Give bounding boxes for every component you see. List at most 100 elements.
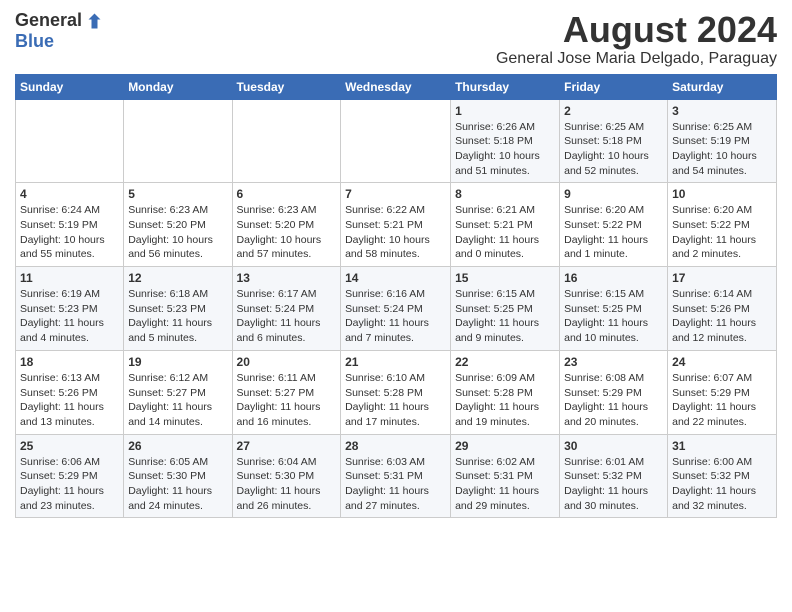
calendar-cell: 14 Sunrise: 6:16 AM Sunset: 5:24 PM Dayli… [341,267,451,351]
day-number: 24 [672,355,772,369]
day-info: Sunrise: 6:00 AM Sunset: 5:32 PM Dayligh… [672,455,772,514]
day-number: 16 [564,271,663,285]
day-number: 4 [20,187,119,201]
day-number: 13 [237,271,337,285]
day-header-wednesday: Wednesday [341,74,451,99]
day-number: 14 [345,271,446,285]
day-number: 18 [20,355,119,369]
day-info: Sunrise: 6:19 AM Sunset: 5:23 PM Dayligh… [20,287,119,346]
day-info: Sunrise: 6:01 AM Sunset: 5:32 PM Dayligh… [564,455,663,514]
calendar-cell: 30 Sunrise: 6:01 AM Sunset: 5:32 PM Dayli… [560,434,668,518]
day-number: 20 [237,355,337,369]
day-info: Sunrise: 6:10 AM Sunset: 5:28 PM Dayligh… [345,371,446,430]
day-number: 3 [672,104,772,118]
logo-general-text: General [15,10,82,31]
calendar-week-4: 18Sunrise: 6:13 AM Sunset: 5:26 PM Dayli… [16,350,777,434]
logo-blue-text: Blue [15,31,54,51]
day-number: 8 [455,187,555,201]
calendar-cell: 19 Sunrise: 6:12 AM Sunset: 5:27 PM Dayli… [124,350,232,434]
calendar-week-3: 11 Sunrise: 6:19 AM Sunset: 5:23 PM Dayli… [16,267,777,351]
day-header-thursday: Thursday [451,74,560,99]
calendar-cell: 26 Sunrise: 6:05 AM Sunset: 5:30 PM Dayli… [124,434,232,518]
day-number: 6 [237,187,337,201]
day-number: 7 [345,187,446,201]
day-header-friday: Friday [560,74,668,99]
calendar-cell: 17 Sunrise: 6:14 AM Sunset: 5:26 PM Dayli… [668,267,777,351]
day-header-sunday: Sunday [16,74,124,99]
day-number: 31 [672,439,772,453]
calendar-cell: 21 Sunrise: 6:10 AM Sunset: 5:28 PM Dayli… [341,350,451,434]
day-number: 1 [455,104,555,118]
calendar-cell: 9Sunrise: 6:20 AM Sunset: 5:22 PM Daylig… [560,183,668,267]
page-subtitle: General Jose Maria Delgado, Paraguay [496,50,777,68]
day-info: Sunrise: 6:11 AM Sunset: 5:27 PM Dayligh… [237,371,337,430]
day-number: 15 [455,271,555,285]
calendar-cell: 29 Sunrise: 6:02 AM Sunset: 5:31 PM Dayli… [451,434,560,518]
day-number: 22 [455,355,555,369]
calendar-cell: 1Sunrise: 6:26 AM Sunset: 5:18 PM Daylig… [451,99,560,183]
day-info: Sunrise: 6:18 AM Sunset: 5:23 PM Dayligh… [128,287,227,346]
day-info: Sunrise: 6:03 AM Sunset: 5:31 PM Dayligh… [345,455,446,514]
calendar-cell: 7Sunrise: 6:22 AM Sunset: 5:21 PM Daylig… [341,183,451,267]
calendar-cell: 22 Sunrise: 6:09 AM Sunset: 5:28 PM Dayli… [451,350,560,434]
day-info: Sunrise: 6:07 AM Sunset: 5:29 PM Dayligh… [672,371,772,430]
logo: General Blue [15,10,102,52]
day-info: Sunrise: 6:16 AM Sunset: 5:24 PM Dayligh… [345,287,446,346]
day-number: 2 [564,104,663,118]
calendar-cell: 15 Sunrise: 6:15 AM Sunset: 5:25 PM Dayli… [451,267,560,351]
day-info: Sunrise: 6:25 AM Sunset: 5:18 PM Dayligh… [564,120,663,179]
calendar-cell: 23Sunrise: 6:08 AM Sunset: 5:29 PM Dayli… [560,350,668,434]
day-number: 11 [20,271,119,285]
calendar-header: SundayMondayTuesdayWednesdayThursdayFrid… [16,74,777,99]
day-info: Sunrise: 6:20 AM Sunset: 5:22 PM Dayligh… [672,203,772,262]
day-number: 28 [345,439,446,453]
day-number: 10 [672,187,772,201]
calendar-cell [124,99,232,183]
calendar-cell: 12Sunrise: 6:18 AM Sunset: 5:23 PM Dayli… [124,267,232,351]
calendar-week-1: 1Sunrise: 6:26 AM Sunset: 5:18 PM Daylig… [16,99,777,183]
day-header-tuesday: Tuesday [232,74,341,99]
day-info: Sunrise: 6:02 AM Sunset: 5:31 PM Dayligh… [455,455,555,514]
day-info: Sunrise: 6:04 AM Sunset: 5:30 PM Dayligh… [237,455,337,514]
calendar-cell: 25 Sunrise: 6:06 AM Sunset: 5:29 PM Dayli… [16,434,124,518]
calendar-cell: 27Sunrise: 6:04 AM Sunset: 5:30 PM Dayli… [232,434,341,518]
day-number: 25 [20,439,119,453]
calendar-body: 1Sunrise: 6:26 AM Sunset: 5:18 PM Daylig… [16,99,777,518]
calendar-cell [341,99,451,183]
day-info: Sunrise: 6:09 AM Sunset: 5:28 PM Dayligh… [455,371,555,430]
calendar-cell: 8Sunrise: 6:21 AM Sunset: 5:21 PM Daylig… [451,183,560,267]
calendar-cell: 5Sunrise: 6:23 AM Sunset: 5:20 PM Daylig… [124,183,232,267]
day-info: Sunrise: 6:14 AM Sunset: 5:26 PM Dayligh… [672,287,772,346]
calendar-cell [16,99,124,183]
calendar-cell: 31 Sunrise: 6:00 AM Sunset: 5:32 PM Dayli… [668,434,777,518]
day-info: Sunrise: 6:06 AM Sunset: 5:29 PM Dayligh… [20,455,119,514]
day-info: Sunrise: 6:20 AM Sunset: 5:22 PM Dayligh… [564,203,663,262]
day-number: 5 [128,187,227,201]
day-info: Sunrise: 6:12 AM Sunset: 5:27 PM Dayligh… [128,371,227,430]
day-info: Sunrise: 6:15 AM Sunset: 5:25 PM Dayligh… [564,287,663,346]
calendar-cell: 2 Sunrise: 6:25 AM Sunset: 5:18 PM Daylig… [560,99,668,183]
title-area: August 2024 General Jose Maria Delgado, … [496,10,777,68]
day-info: Sunrise: 6:25 AM Sunset: 5:19 PM Dayligh… [672,120,772,179]
days-of-week-row: SundayMondayTuesdayWednesdayThursdayFrid… [16,74,777,99]
day-header-saturday: Saturday [668,74,777,99]
day-number: 29 [455,439,555,453]
calendar-cell: 28 Sunrise: 6:03 AM Sunset: 5:31 PM Dayli… [341,434,451,518]
calendar-cell: 6Sunrise: 6:23 AM Sunset: 5:20 PM Daylig… [232,183,341,267]
day-number: 17 [672,271,772,285]
day-info: Sunrise: 6:15 AM Sunset: 5:25 PM Dayligh… [455,287,555,346]
logo-icon [84,12,102,30]
day-number: 23 [564,355,663,369]
day-header-monday: Monday [124,74,232,99]
day-number: 30 [564,439,663,453]
day-number: 26 [128,439,227,453]
day-number: 21 [345,355,446,369]
calendar-cell: 11 Sunrise: 6:19 AM Sunset: 5:23 PM Dayli… [16,267,124,351]
calendar-cell: 3 Sunrise: 6:25 AM Sunset: 5:19 PM Daylig… [668,99,777,183]
day-number: 19 [128,355,227,369]
day-info: Sunrise: 6:05 AM Sunset: 5:30 PM Dayligh… [128,455,227,514]
day-info: Sunrise: 6:24 AM Sunset: 5:19 PM Dayligh… [20,203,119,262]
calendar-cell: 18Sunrise: 6:13 AM Sunset: 5:26 PM Dayli… [16,350,124,434]
calendar-week-5: 25 Sunrise: 6:06 AM Sunset: 5:29 PM Dayli… [16,434,777,518]
calendar-cell: 4 Sunrise: 6:24 AM Sunset: 5:19 PM Daylig… [16,183,124,267]
